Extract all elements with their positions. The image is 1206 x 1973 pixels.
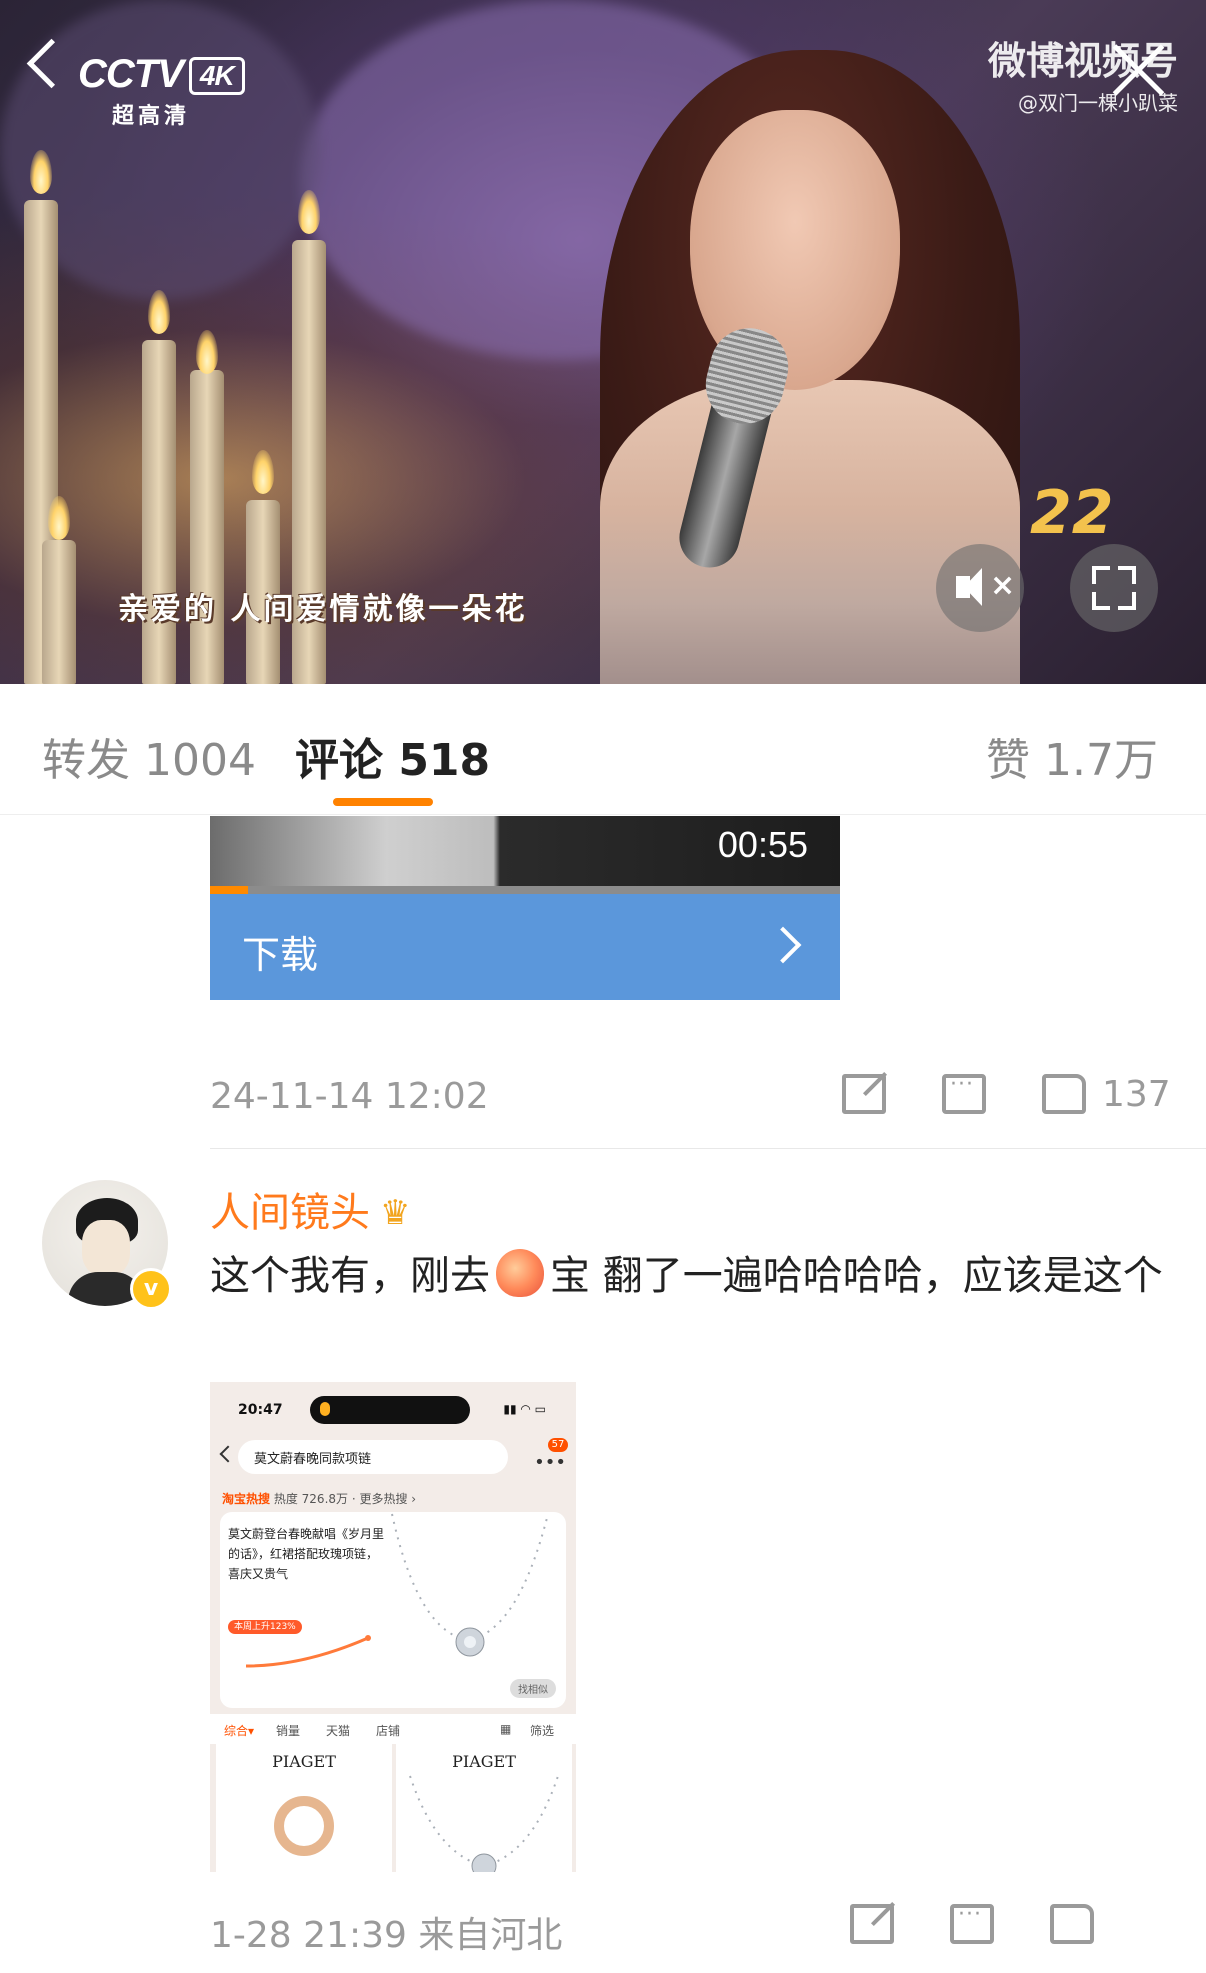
chevron-right-icon bbox=[764, 926, 802, 964]
comment-username[interactable]: 人间镜头 ♛ bbox=[210, 1180, 410, 1238]
post-time: 24-11-14 12:02 bbox=[210, 1076, 489, 1117]
download-label: 下载 bbox=[242, 933, 319, 977]
video-progress-fill bbox=[210, 886, 248, 894]
product-card: PIAGET bbox=[396, 1744, 572, 1872]
quality-badge: 4K bbox=[188, 57, 245, 96]
comment-meta-row: 1-28 21:39 来自河北 bbox=[210, 1900, 1206, 1960]
more-icon: ••• bbox=[534, 1452, 566, 1473]
grid-icon: ▦ bbox=[500, 1722, 512, 1736]
avatar-face bbox=[82, 1220, 130, 1276]
peach-emoji-icon bbox=[496, 1249, 544, 1297]
notification-badge: 57 bbox=[548, 1438, 568, 1452]
comment-time-location: 1-28 21:39 来自河北 bbox=[210, 1915, 563, 1956]
back-chevron-icon bbox=[219, 1445, 237, 1463]
product-brand: PIAGET bbox=[452, 1752, 516, 1771]
product-card: PIAGET bbox=[216, 1744, 392, 1872]
filter-item: 综合▾ bbox=[224, 1724, 255, 1738]
tab-bar: 转发 1004 评论 518 赞 1.7万 bbox=[0, 684, 1206, 815]
video-subtitle: 亲爱的 人间爱情就像一朵花 bbox=[118, 592, 528, 627]
filter-item: 筛选 bbox=[530, 1724, 555, 1738]
mic-icon bbox=[320, 1402, 330, 1416]
comment-text-before: 这个我有，刚去 bbox=[210, 1253, 490, 1299]
fullscreen-icon bbox=[1092, 566, 1110, 584]
necklace-image bbox=[409, 1775, 559, 1872]
verified-badge-icon: v bbox=[130, 1268, 172, 1310]
tab-repost[interactable]: 转发 1004 bbox=[42, 724, 256, 788]
fullscreen-icon bbox=[1118, 566, 1136, 584]
like-count: 137 bbox=[1102, 1074, 1171, 1115]
gala-logo: 22 bbox=[1030, 478, 1114, 548]
like-icon[interactable] bbox=[1050, 1904, 1094, 1944]
candle-flame bbox=[196, 330, 218, 374]
video-player[interactable]: CCTV 4K 超高清 微博视频号 @双门一棵小趴菜 亲爱的 人间爱情就像一朵花 … bbox=[0, 0, 1206, 684]
hot-card-text: 莫文蔚登台春晚献唱《岁月里的话》，红裙搭配玫瑰项链，喜庆又贵气 bbox=[228, 1527, 385, 1581]
cctv-logo-text: CCTV bbox=[78, 52, 184, 96]
share-icon[interactable] bbox=[850, 1904, 894, 1944]
dynamic-island bbox=[310, 1396, 470, 1424]
mute-x-icon: × bbox=[990, 568, 1016, 603]
hot-brand: 淘宝热搜 bbox=[222, 1492, 271, 1506]
find-similar-button: 找相似 bbox=[510, 1679, 556, 1698]
video-duration: 00:55 bbox=[717, 824, 808, 865]
comment-text-after: 宝 翻了一遍哈哈哈哈，应该是这个 bbox=[550, 1253, 1163, 1299]
close-icon[interactable] bbox=[1110, 42, 1166, 98]
active-tab-indicator bbox=[333, 798, 433, 806]
comment-icon[interactable] bbox=[950, 1902, 994, 1944]
status-time: 20:47 bbox=[238, 1402, 283, 1418]
candle-flame bbox=[252, 450, 274, 494]
filter-item: 店铺 bbox=[376, 1724, 401, 1738]
signal-wifi-battery-icon: ▮▮ ◠ ▭ bbox=[503, 1402, 546, 1416]
candle bbox=[142, 340, 176, 684]
candle-flame bbox=[148, 290, 170, 334]
candle-flame bbox=[298, 190, 320, 234]
embedded-video-thumbnail[interactable]: 00:55 bbox=[210, 816, 840, 894]
filter-item: 天猫 bbox=[326, 1724, 351, 1738]
filter-item: 销量 bbox=[276, 1724, 301, 1738]
post-meta-row: 24-11-14 12:02 137 bbox=[210, 1070, 1171, 1130]
video-progress-bar[interactable] bbox=[210, 886, 840, 894]
fullscreen-icon bbox=[1118, 592, 1136, 610]
share-icon[interactable] bbox=[842, 1074, 886, 1114]
ring-image bbox=[274, 1796, 334, 1856]
hot-search-row: 淘宝热搜 热度 726.8万 · 更多热搜 › bbox=[222, 1490, 416, 1507]
comment-text: 这个我有，刚去 宝 翻了一遍哈哈哈哈，应该是这个 bbox=[210, 1244, 1170, 1308]
filter-row: 综合▾ 销量 天猫 店铺 ▦ 筛选 bbox=[210, 1714, 576, 1744]
speaker-icon bbox=[956, 568, 982, 606]
search-query: 莫文蔚春晚同款项链 bbox=[254, 1452, 372, 1467]
hot-info: 热度 726.8万 · 更多热搜 › bbox=[273, 1492, 417, 1506]
fullscreen-button[interactable] bbox=[1070, 544, 1158, 632]
tab-like[interactable]: 赞 1.7万 bbox=[986, 724, 1158, 788]
trend-line bbox=[245, 1635, 371, 1668]
comment-image[interactable]: 20:47 ▮▮ ◠ ▭ 莫文蔚春晚同款项链 57 ••• 淘宝热搜 热度 72… bbox=[210, 1382, 576, 1872]
necklace-image bbox=[391, 1513, 549, 1657]
divider bbox=[210, 1148, 1206, 1149]
tab-comment[interactable]: 评论 518 bbox=[295, 724, 490, 788]
product-brand: PIAGET bbox=[272, 1752, 336, 1771]
quality-text: 超高清 bbox=[112, 104, 191, 129]
mute-button[interactable]: × bbox=[936, 544, 1024, 632]
download-button[interactable]: 下载 bbox=[210, 894, 840, 1000]
comment-icon[interactable] bbox=[942, 1072, 986, 1114]
singer-body bbox=[600, 380, 1020, 684]
candle-flame bbox=[30, 150, 52, 194]
like-icon[interactable] bbox=[1042, 1074, 1086, 1114]
crown-icon: ♛ bbox=[380, 1193, 411, 1233]
hot-card: 莫文蔚登台春晚献唱《岁月里的话》，红裙搭配玫瑰项链，喜庆又贵气 本周上升123%… bbox=[220, 1512, 566, 1708]
candle-flame bbox=[48, 496, 70, 540]
username-text: 人间镜头 bbox=[210, 1190, 370, 1236]
candle bbox=[42, 540, 76, 684]
search-bar: 莫文蔚春晚同款项链 bbox=[238, 1440, 508, 1474]
candle bbox=[190, 370, 224, 684]
fullscreen-icon bbox=[1092, 592, 1110, 610]
